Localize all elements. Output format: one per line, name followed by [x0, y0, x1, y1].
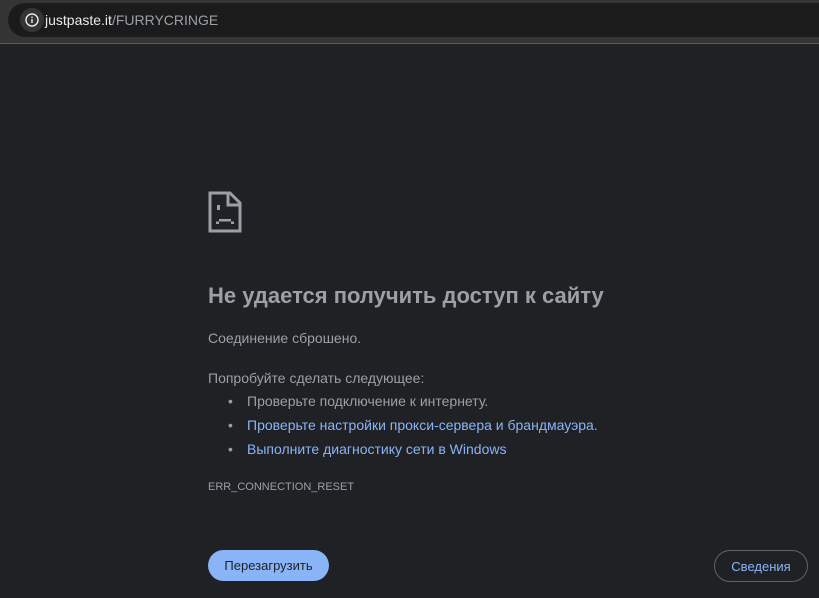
url-text[interactable]: justpaste.it/FURRYCRINGE [45, 12, 218, 28]
info-icon[interactable] [20, 8, 44, 32]
address-bar[interactable]: justpaste.it/FURRYCRINGE [8, 3, 819, 37]
url-host: justpaste.it [45, 12, 112, 28]
details-button[interactable]: Сведения [714, 550, 808, 582]
proxy-settings-link[interactable]: Проверьте настройки прокси-сервера и бра… [247, 417, 598, 433]
url-path: /FURRYCRINGE [111, 12, 219, 28]
suggestion-text: Проверьте подключение к интернету. [247, 393, 489, 409]
sad-page-icon [208, 191, 242, 238]
browser-toolbar: justpaste.it/FURRYCRINGE [0, 0, 819, 44]
error-code: ERR_CONNECTION_RESET [208, 481, 355, 493]
try-label: Попробуйте сделать следующее: [208, 370, 425, 386]
error-title: Не удается получить доступ к сайту [208, 283, 604, 308]
error-subtitle: Соединение сброшено. [208, 330, 362, 346]
network-diagnostics-link[interactable]: Выполните диагностику сети в Windows [247, 441, 506, 457]
reload-button[interactable]: Перезагрузить [208, 550, 329, 581]
